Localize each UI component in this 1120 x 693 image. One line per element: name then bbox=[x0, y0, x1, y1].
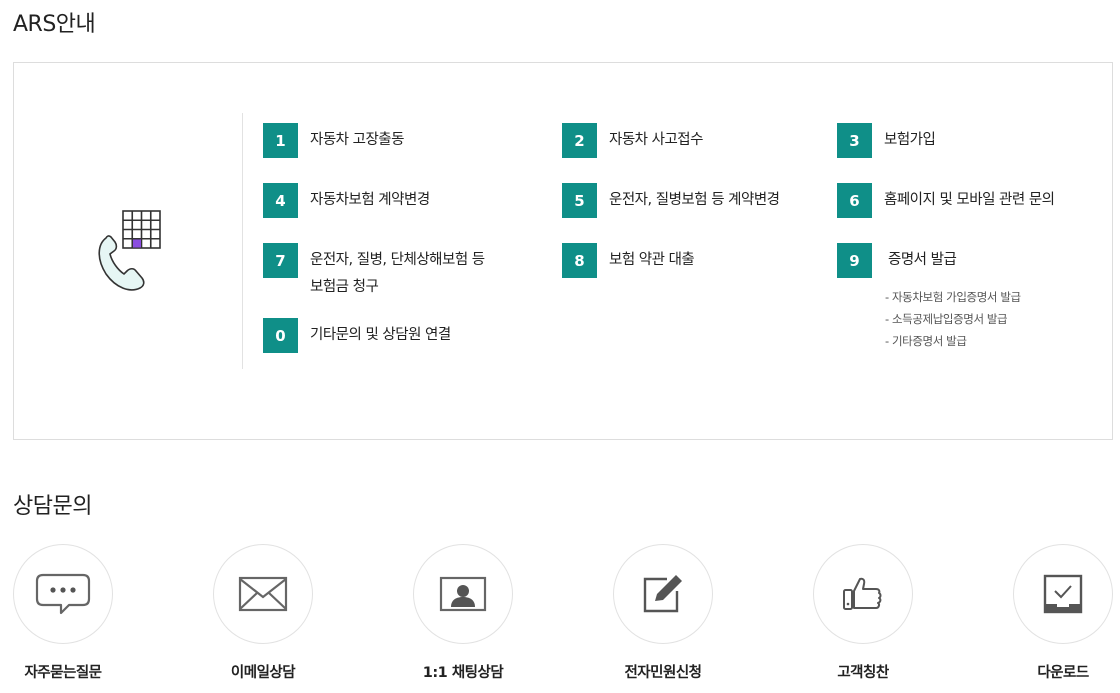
ars-item-label: 운전자, 질병보험 등 계약변경 bbox=[609, 192, 780, 208]
consult-email-button[interactable]: 이메일상담 bbox=[213, 544, 313, 681]
download-tray-icon bbox=[1043, 574, 1083, 614]
ars-divider bbox=[242, 113, 243, 369]
consult-item-label: 다운로드 bbox=[1037, 665, 1089, 681]
consult-download-circle[interactable] bbox=[1013, 544, 1113, 644]
ars-item-4: 4 자동차보험 계약변경 bbox=[263, 183, 430, 218]
ars-item-label-line2: 보험금 청구 bbox=[310, 279, 379, 295]
consult-faq-button[interactable]: 자주묻는질문 bbox=[13, 544, 113, 681]
ars-item-label-line1: 운전자, 질병, 단체상해보험 등 bbox=[310, 252, 485, 268]
edit-pencil-icon bbox=[643, 575, 682, 613]
certificate-sublist-item: - 소득공제납입증명서 발급 bbox=[885, 312, 1008, 326]
consult-praise-button[interactable]: 고객칭찬 bbox=[813, 544, 913, 681]
consult-section-title: 상담문의 bbox=[13, 494, 92, 519]
ars-item-7: 7 운전자, 질병, 단체상해보험 등 보험금 청구 bbox=[263, 243, 485, 301]
ars-item-label: 자동차보험 계약변경 bbox=[310, 192, 430, 208]
ars-item-5: 5 운전자, 질병보험 등 계약변경 bbox=[562, 183, 780, 218]
consult-item-label: 1:1 채팅상담 bbox=[422, 665, 504, 681]
ars-item-label: 보험 약관 대출 bbox=[609, 252, 695, 268]
speech-bubble-icon bbox=[35, 573, 91, 615]
ars-number-badge: 9 bbox=[837, 243, 872, 278]
consult-chat-button[interactable]: 1:1 채팅상담 bbox=[413, 544, 513, 681]
ars-number-badge: 8 bbox=[562, 243, 597, 278]
ars-number-badge: 4 bbox=[263, 183, 298, 218]
certificate-sublist: - 자동차보험 가입증명서 발급 - 소득공제납입증명서 발급 - 기타증명서 … bbox=[885, 286, 1021, 352]
ars-item-label: 홈페이지 및 모바일 관련 문의 bbox=[884, 192, 1055, 208]
ars-item-0: 0 기타문의 및 상담원 연결 bbox=[263, 318, 451, 353]
consult-complaint-circle[interactable] bbox=[613, 544, 713, 644]
consult-item-label: 이메일상담 bbox=[230, 665, 296, 681]
ars-item-3: 3 보험가입 bbox=[837, 123, 936, 158]
consult-item-label: 자주묻는질문 bbox=[24, 665, 102, 681]
consult-item-label: 고객칭찬 bbox=[837, 665, 889, 681]
ars-number-badge: 5 bbox=[562, 183, 597, 218]
consult-item-label: 전자민원신청 bbox=[624, 665, 702, 681]
person-card-icon bbox=[439, 576, 487, 612]
ars-number-badge: 6 bbox=[837, 183, 872, 218]
certificate-sublist-item: - 기타증명서 발급 bbox=[885, 334, 967, 348]
thumbs-up-icon bbox=[843, 577, 882, 610]
consult-faq-circle[interactable] bbox=[13, 544, 113, 644]
ars-number-badge: 0 bbox=[263, 318, 298, 353]
consult-chat-circle[interactable] bbox=[413, 544, 513, 644]
ars-item-label: 자동차 사고접수 bbox=[609, 132, 704, 148]
envelope-icon bbox=[238, 576, 288, 612]
certificate-sublist-item: - 자동차보험 가입증명서 발급 bbox=[885, 290, 1021, 304]
ars-item-9: 9 증명서 발급 bbox=[837, 243, 957, 278]
ars-number-badge: 7 bbox=[263, 243, 298, 278]
consult-praise-circle[interactable] bbox=[813, 544, 913, 644]
ars-number-badge: 3 bbox=[837, 123, 872, 158]
ars-item-label: 증명서 발급 bbox=[888, 252, 957, 268]
ars-item-label: 운전자, 질병, 단체상해보험 등 보험금 청구 bbox=[310, 243, 485, 301]
ars-item-8: 8 보험 약관 대출 bbox=[562, 243, 695, 278]
consult-complaint-button[interactable]: 전자민원신청 bbox=[613, 544, 713, 681]
ars-number-badge: 2 bbox=[562, 123, 597, 158]
ars-item-6: 6 홈페이지 및 모바일 관련 문의 bbox=[837, 183, 1055, 218]
ars-info-box: 1 자동차 고장출동 2 자동차 사고접수 3 보험가입 4 자동차보험 계약변… bbox=[13, 62, 1113, 440]
ars-item-2: 2 자동차 사고접수 bbox=[562, 123, 704, 158]
ars-number-badge: 1 bbox=[263, 123, 298, 158]
consult-email-circle[interactable] bbox=[213, 544, 313, 644]
ars-item-label: 기타문의 및 상담원 연결 bbox=[310, 327, 451, 343]
phone-keypad-icon bbox=[98, 210, 161, 291]
ars-section-title: ARS안내 bbox=[13, 12, 96, 37]
ars-item-label: 자동차 고장출동 bbox=[310, 132, 405, 148]
consult-download-button[interactable]: 다운로드 bbox=[1013, 544, 1113, 681]
ars-item-label: 보험가입 bbox=[884, 132, 936, 148]
ars-item-1: 1 자동차 고장출동 bbox=[263, 123, 405, 158]
